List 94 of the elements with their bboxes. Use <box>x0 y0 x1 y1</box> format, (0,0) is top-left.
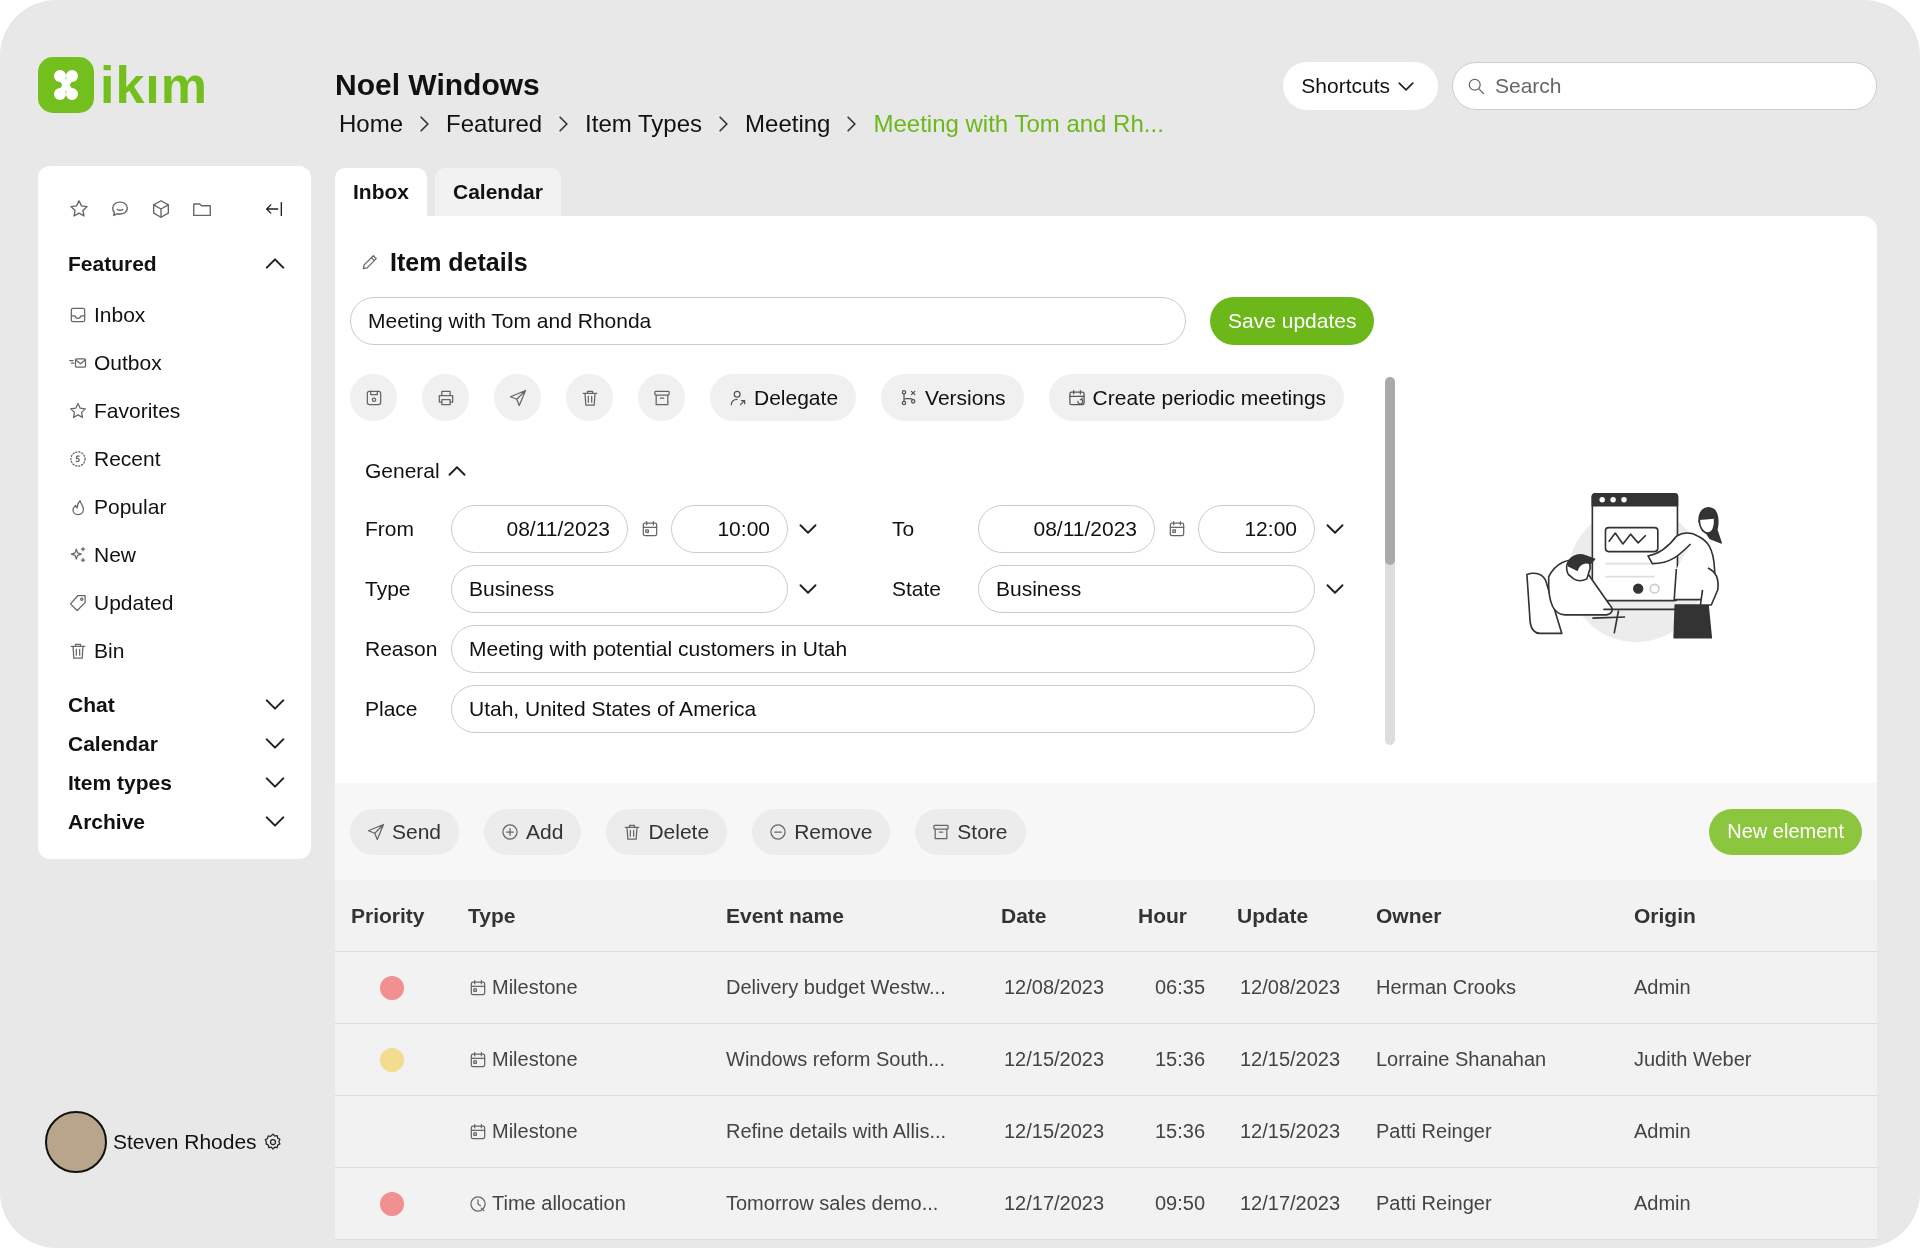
table-cell: Milestone <box>492 1048 578 1071</box>
table-cell-text: Tomorrow sales demo... <box>725 1192 940 1215</box>
action-button[interactable]: Delegate <box>710 374 857 421</box>
sidebar-section-header[interactable]: Calendar <box>68 724 285 763</box>
action-button[interactable]: Create periodic meetings <box>1048 374 1345 421</box>
column-header: Type <box>467 903 517 928</box>
state-dropdown[interactable]: Business <box>978 565 1315 613</box>
logo-text: ikım <box>100 57 209 113</box>
table-cell-text: Patti Reinger <box>1375 1192 1493 1215</box>
field-label: Reason <box>365 636 439 662</box>
column-header: Event name <box>725 903 845 928</box>
table-cell-text: Lorraine Shanahan <box>1375 1048 1548 1071</box>
tab[interactable]: Calendar <box>435 168 561 216</box>
column-header: Hour <box>1137 903 1188 928</box>
sidebar-item[interactable]: Updated <box>68 579 285 627</box>
table-cell-text: 12/08/2023 <box>1003 976 1106 999</box>
table-cell-text: Herman Crooks <box>1375 976 1518 999</box>
toolbar-button[interactable]: Send <box>350 808 460 855</box>
table-cell-text: Windows reform South... <box>725 1048 946 1071</box>
section-label: Chat <box>68 692 115 717</box>
column-header: Priority <box>350 903 426 928</box>
table-cell-text: 09:50 <box>1154 1192 1207 1215</box>
table-cell-text: 12/15/2023 <box>1003 1120 1106 1143</box>
field-label: State <box>892 576 943 602</box>
sidebar-section-header[interactable]: Archive <box>68 802 285 841</box>
shortcuts-dropdown[interactable]: Shortcuts <box>1283 62 1438 110</box>
sidebar-item[interactable]: New <box>68 531 285 579</box>
breadcrumb-link[interactable]: Home <box>339 110 404 138</box>
toolbar-button[interactable]: Add <box>484 808 582 855</box>
sidebar-section-header[interactable]: Item types <box>68 763 285 802</box>
date-field[interactable]: 08/11/2023 <box>978 505 1155 553</box>
table-cell-text: 12/08/2023 <box>1239 976 1342 999</box>
user-name: Steven Rhodes <box>113 1130 257 1154</box>
reason-field[interactable]: Meeting with potential customers in Utah <box>451 625 1315 673</box>
table-cell-text: 12/17/2023 <box>1003 1192 1106 1215</box>
tab[interactable]: Inbox <box>335 168 427 216</box>
field-label: Type <box>365 576 412 602</box>
search-field[interactable]: Search <box>1452 62 1877 110</box>
title-field[interactable]: Meeting with Tom and Rhonda <box>350 297 1186 345</box>
sidebar-section-header[interactable]: Chat <box>68 685 285 724</box>
table-cell-text: Patti Reinger <box>1375 1120 1493 1143</box>
table-cell-text: Judith Weber <box>1633 1048 1753 1071</box>
field-label: To <box>892 516 916 542</box>
action-button[interactable]: Versions <box>881 374 1024 421</box>
table-cell-text: 12/15/2023 <box>1239 1120 1342 1143</box>
time-field[interactable]: 10:00 <box>671 505 788 553</box>
table-cell-text: Delivery budget Westw... <box>725 976 947 999</box>
sidebar-item[interactable]: Bin <box>68 627 285 675</box>
section-label: Archive <box>68 809 146 834</box>
sidebar-item[interactable]: Favorites <box>68 387 285 435</box>
field-label: From <box>365 516 415 542</box>
column-header: Update <box>1236 903 1310 928</box>
table-row[interactable]: Milestone Windows reform South... 12/15/2023 15:36 12/15/2023 Lorraine Shanahan Judith Weber <box>335 1024 1877 1096</box>
column-header: Date <box>1000 903 1048 928</box>
toolbar-button[interactable]: Remove <box>752 808 891 855</box>
breadcrumb-link[interactable]: Featured <box>446 110 543 138</box>
field-label: Place <box>365 696 419 722</box>
table-cell-text: 06:35 <box>1154 976 1207 999</box>
sidebar-section-header[interactable]: Featured <box>68 244 285 283</box>
page-title: Noel Windows <box>335 67 541 103</box>
type-dropdown[interactable]: Business <box>451 565 788 613</box>
sidebar-item[interactable]: Recent <box>68 435 285 483</box>
sidebar-item[interactable]: Outbox <box>68 339 285 387</box>
section-label: Item types <box>68 770 172 795</box>
column-header: Owner <box>1375 903 1443 928</box>
section-title: Item details <box>390 247 528 277</box>
sidebar-item[interactable]: Inbox <box>68 291 285 339</box>
table-row[interactable]: Milestone Refine details with Allis... 12/15/2023 15:36 12/15/2023 Patti Reinger Admin <box>335 1096 1877 1168</box>
table-cell: Milestone <box>492 976 578 999</box>
breadcrumb-link[interactable]: Item Types <box>585 110 703 138</box>
table-cell: Milestone <box>492 1120 578 1143</box>
breadcrumb-link[interactable]: Meeting <box>745 110 831 138</box>
table-cell-text: 12/17/2023 <box>1239 1192 1342 1215</box>
place-field[interactable]: Utah, United States of America <box>451 685 1315 733</box>
section-label: Featured <box>68 251 157 276</box>
table-row[interactable]: Milestone Delivery budget Westw... 12/08/2023 06:35 12/08/2023 Herman Crooks Admin <box>335 952 1877 1024</box>
table-cell-text: Admin <box>1633 1120 1692 1143</box>
table-cell-text: 15:36 <box>1154 1120 1207 1143</box>
table-cell-text: Refine details with Allis... <box>725 1120 948 1143</box>
table-row[interactable]: Time allocation Tomorrow sales demo... 12/17/2023 09:50 12/17/2023 Patti Reinger Admin <box>335 1168 1877 1240</box>
time-field[interactable]: 12:00 <box>1198 505 1315 553</box>
table-cell: Time allocation <box>492 1192 626 1215</box>
table-cell-text: Admin <box>1633 1192 1692 1215</box>
toolbar-button[interactable]: Store <box>915 808 1026 855</box>
table-cell-text: 12/15/2023 <box>1003 1048 1106 1071</box>
date-field[interactable]: 08/11/2023 <box>451 505 628 553</box>
column-header: Origin <box>1633 903 1697 928</box>
table-cell-text: 12/15/2023 <box>1239 1048 1342 1071</box>
section-label: Calendar <box>68 731 158 756</box>
table-cell-text: 15:36 <box>1154 1048 1207 1071</box>
toolbar-button[interactable]: Delete <box>606 808 728 855</box>
section-toggle[interactable]: General <box>365 453 466 489</box>
table-cell-text: Admin <box>1633 976 1692 999</box>
sidebar-item[interactable]: Popular <box>68 483 285 531</box>
